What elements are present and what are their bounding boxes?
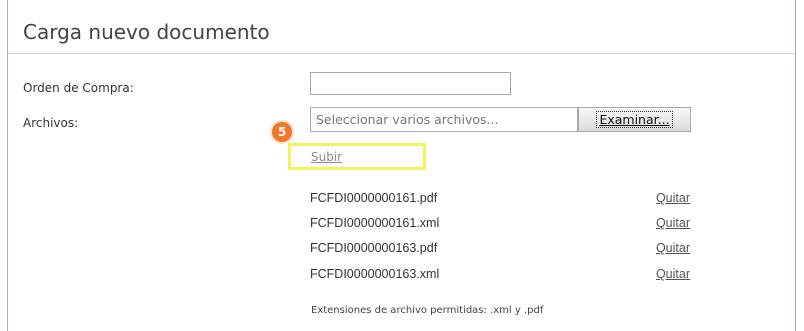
remove-file-link[interactable]: Quitar (656, 267, 690, 281)
file-name: FCFDI0000000163.pdf (310, 241, 438, 255)
browse-button-label: Examinar... (596, 111, 673, 128)
file-name: FCFDI0000000163.xml (310, 267, 440, 281)
upload-link[interactable]: Subir (311, 150, 342, 164)
browse-button[interactable]: Examinar... (578, 107, 691, 132)
file-name: FCFDI0000000161.pdf (310, 191, 438, 205)
step-number-badge: 5 (272, 122, 292, 142)
allowed-extensions-note: Extensiones de archivo permitidas: .xml … (311, 305, 544, 316)
highlight-box (288, 143, 426, 170)
file-select-field[interactable]: Seleccionar varios archivos... (310, 107, 578, 132)
file-name: FCFDI0000000161.xml (310, 216, 440, 230)
panel-header: Carga nuevo documento (8, 10, 795, 54)
remove-file-link[interactable]: Quitar (656, 241, 690, 255)
file-row: FCFDI0000000161.pdf Quitar (310, 191, 690, 209)
files-label: Archivos: (23, 116, 79, 130)
purchase-order-label: Orden de Compra: (23, 81, 134, 95)
file-row: FCFDI0000000163.pdf Quitar (310, 241, 690, 259)
page-title: Carga nuevo documento (23, 20, 270, 44)
remove-file-link[interactable]: Quitar (656, 216, 690, 230)
remove-file-link[interactable]: Quitar (656, 191, 690, 205)
purchase-order-input[interactable] (310, 72, 511, 95)
file-row: FCFDI0000000163.xml Quitar (310, 267, 690, 285)
file-row: FCFDI0000000161.xml Quitar (310, 216, 690, 234)
